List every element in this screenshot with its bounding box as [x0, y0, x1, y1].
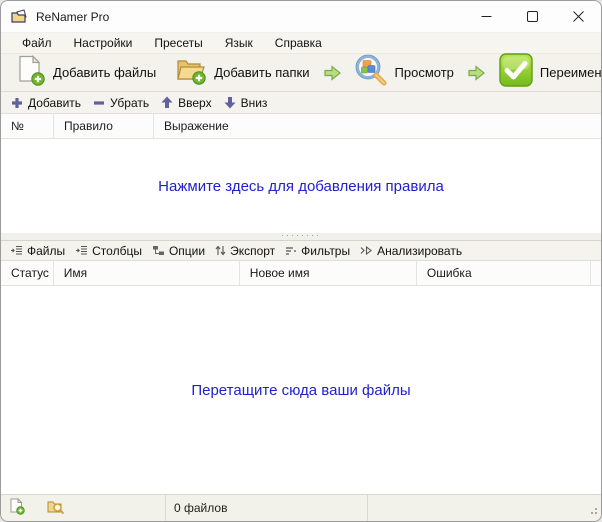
app-window: ReNamer Pro Файл Настройки Пресеты Язык … [0, 0, 602, 522]
arrow-down-icon [224, 96, 236, 109]
add-folder-icon [176, 56, 207, 90]
rule-remove-label: Убрать [110, 96, 149, 110]
rules-table-header: № Правило Выражение [1, 114, 601, 139]
flow-arrow-icon [467, 64, 486, 82]
menu-file[interactable]: Файл [11, 34, 63, 52]
files-menu-button[interactable]: Файлы [7, 242, 72, 260]
add-files-button[interactable]: Добавить файлы [13, 53, 160, 93]
filters-menu-button[interactable]: Фильтры [282, 242, 357, 260]
rule-add-label: Добавить [28, 96, 81, 110]
maximize-button[interactable] [509, 1, 555, 32]
files-table-header: Статус Имя Новое имя Ошибка [1, 261, 601, 286]
rules-list-area[interactable]: Нажмите здесь для добавления правила [1, 139, 601, 233]
arrow-up-icon [161, 96, 173, 109]
analyze-arrow-icon [360, 245, 373, 256]
sort-arrows-icon [215, 245, 226, 256]
status-folder-search-icon[interactable] [47, 499, 65, 518]
files-toolbar: Файлы Столбцы Опции Экспорт [1, 240, 601, 261]
add-files-label: Добавить файлы [53, 65, 156, 80]
close-icon [573, 11, 584, 22]
menu-presets[interactable]: Пресеты [143, 34, 213, 52]
menu-settings[interactable]: Настройки [63, 34, 144, 52]
add-folders-label: Добавить папки [214, 65, 309, 80]
rule-up-button[interactable]: Вверх [157, 94, 217, 112]
rule-add-button[interactable]: Добавить [7, 94, 87, 112]
plus-icon [11, 97, 23, 109]
rules-col-rule[interactable]: Правило [54, 114, 154, 138]
maximize-icon [527, 11, 538, 22]
flow-arrow-icon [323, 64, 342, 82]
statusbar-spacer-panel [368, 495, 601, 521]
rule-down-button[interactable]: Вниз [220, 94, 274, 112]
files-col-newname[interactable]: Новое имя [240, 261, 417, 285]
analyze-menu-button[interactable]: Анализировать [357, 242, 469, 260]
files-drop-area[interactable]: Перетащите сюда ваши файлы [1, 286, 601, 494]
files-col-name[interactable]: Имя [54, 261, 240, 285]
export-menu-label: Экспорт [230, 244, 275, 258]
preview-magnifier-icon [355, 54, 388, 92]
files-empty-hint: Перетащите сюда ваши файлы [191, 382, 410, 399]
list-menu-icon [10, 245, 23, 256]
options-menu-label: Опции [169, 244, 205, 258]
minimize-button[interactable] [463, 1, 509, 32]
filters-menu-label: Фильтры [301, 244, 350, 258]
close-button[interactable] [555, 1, 601, 32]
statusbar: 0 файлов [1, 494, 601, 521]
panel-splitter[interactable]: ········ [1, 233, 601, 240]
files-col-spacer [591, 261, 601, 285]
main-toolbar: Добавить файлы Добавить папки [1, 54, 601, 92]
menu-language[interactable]: Язык [214, 34, 264, 52]
rule-remove-button[interactable]: Убрать [89, 94, 155, 112]
rule-up-label: Вверх [178, 96, 211, 110]
resize-grip[interactable] [588, 504, 598, 518]
statusbar-count-panel: 0 файлов [166, 495, 368, 521]
list-menu-icon [75, 245, 88, 256]
status-add-file-icon[interactable] [9, 498, 25, 518]
preview-label: Просмотр [395, 65, 454, 80]
columns-menu-button[interactable]: Столбцы [72, 242, 149, 260]
statusbar-icons-panel [1, 495, 166, 521]
rename-label: Переименовать [540, 65, 602, 80]
filter-lines-icon [285, 246, 297, 256]
add-folders-button[interactable]: Добавить папки [172, 54, 313, 92]
files-col-status[interactable]: Статус [1, 261, 54, 285]
rules-col-number[interactable]: № [1, 114, 54, 138]
splitter-grip-dots: ········ [281, 233, 321, 237]
workflow-icon [152, 245, 165, 256]
rules-empty-hint[interactable]: Нажмите здесь для добавления правила [158, 178, 444, 195]
export-menu-button[interactable]: Экспорт [212, 242, 282, 260]
rename-check-icon [499, 53, 533, 92]
files-menu-label: Файлы [27, 244, 65, 258]
minus-icon [93, 97, 105, 109]
titlebar: ReNamer Pro [1, 1, 601, 33]
add-file-icon [17, 55, 46, 91]
rules-col-expression[interactable]: Выражение [154, 114, 601, 138]
preview-button[interactable]: Просмотр [351, 52, 458, 94]
rename-button[interactable]: Переименовать [495, 51, 602, 94]
file-count: 0 файлов [174, 501, 227, 515]
minimize-icon [481, 11, 492, 22]
columns-menu-label: Столбцы [92, 244, 142, 258]
analyze-menu-label: Анализировать [377, 244, 462, 258]
app-logo-icon [11, 9, 28, 24]
window-title: ReNamer Pro [36, 10, 109, 24]
rules-toolbar: Добавить Убрать Вверх Вниз [1, 92, 601, 114]
options-menu-button[interactable]: Опции [149, 242, 212, 260]
rule-down-label: Вниз [241, 96, 268, 110]
menu-help[interactable]: Справка [264, 34, 333, 52]
files-col-error[interactable]: Ошибка [417, 261, 591, 285]
